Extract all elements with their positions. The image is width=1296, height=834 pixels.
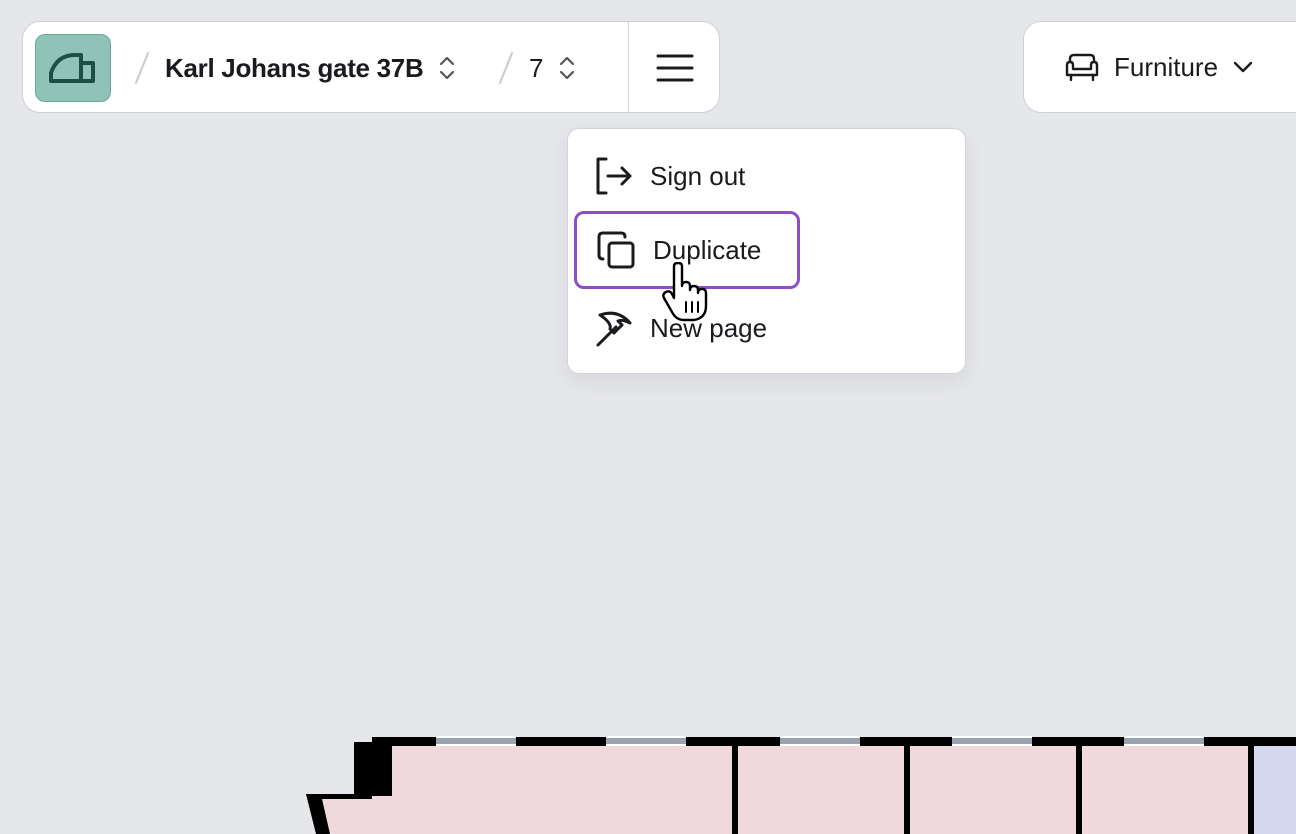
furniture-dropdown[interactable]: Furniture [1023, 21, 1296, 113]
top-toolbar: Karl Johans gate 37B 7 [22, 21, 720, 113]
sofa-icon [1065, 53, 1099, 82]
chevron-up-down-icon [440, 56, 455, 80]
menu-item-label: Sign out [650, 160, 746, 191]
menu-item-label: Duplicate [653, 234, 762, 265]
breadcrumb-separator [498, 51, 514, 85]
toolbar-divider [628, 22, 629, 112]
room [738, 746, 904, 834]
duplicate-icon [597, 231, 635, 269]
menu-button[interactable] [643, 36, 707, 100]
floor-selector[interactable]: 7 [529, 22, 577, 114]
building-name: Karl Johans gate 37B [165, 52, 424, 83]
app-logo[interactable] [35, 34, 111, 102]
room [1082, 746, 1248, 834]
hand-cursor-icon [662, 262, 708, 322]
room [1254, 746, 1296, 834]
breadcrumb-separator [134, 51, 150, 85]
room [910, 746, 1076, 834]
sign-out-icon [596, 157, 632, 195]
floor-plan[interactable] [0, 700, 1296, 834]
chevron-up-down-icon [560, 56, 575, 80]
hamburger-icon [656, 54, 694, 82]
chevron-down-icon [1233, 61, 1253, 73]
floor-number: 7 [529, 52, 544, 83]
menu-item-sign-out[interactable]: Sign out [574, 137, 769, 215]
building-selector[interactable]: Karl Johans gate 37B [165, 22, 457, 114]
pickaxe-icon [596, 311, 632, 347]
logo-icon [49, 53, 95, 83]
main-menu-dropdown: Sign out Duplicate New page [567, 128, 966, 374]
furniture-label: Furniture [1114, 51, 1219, 82]
